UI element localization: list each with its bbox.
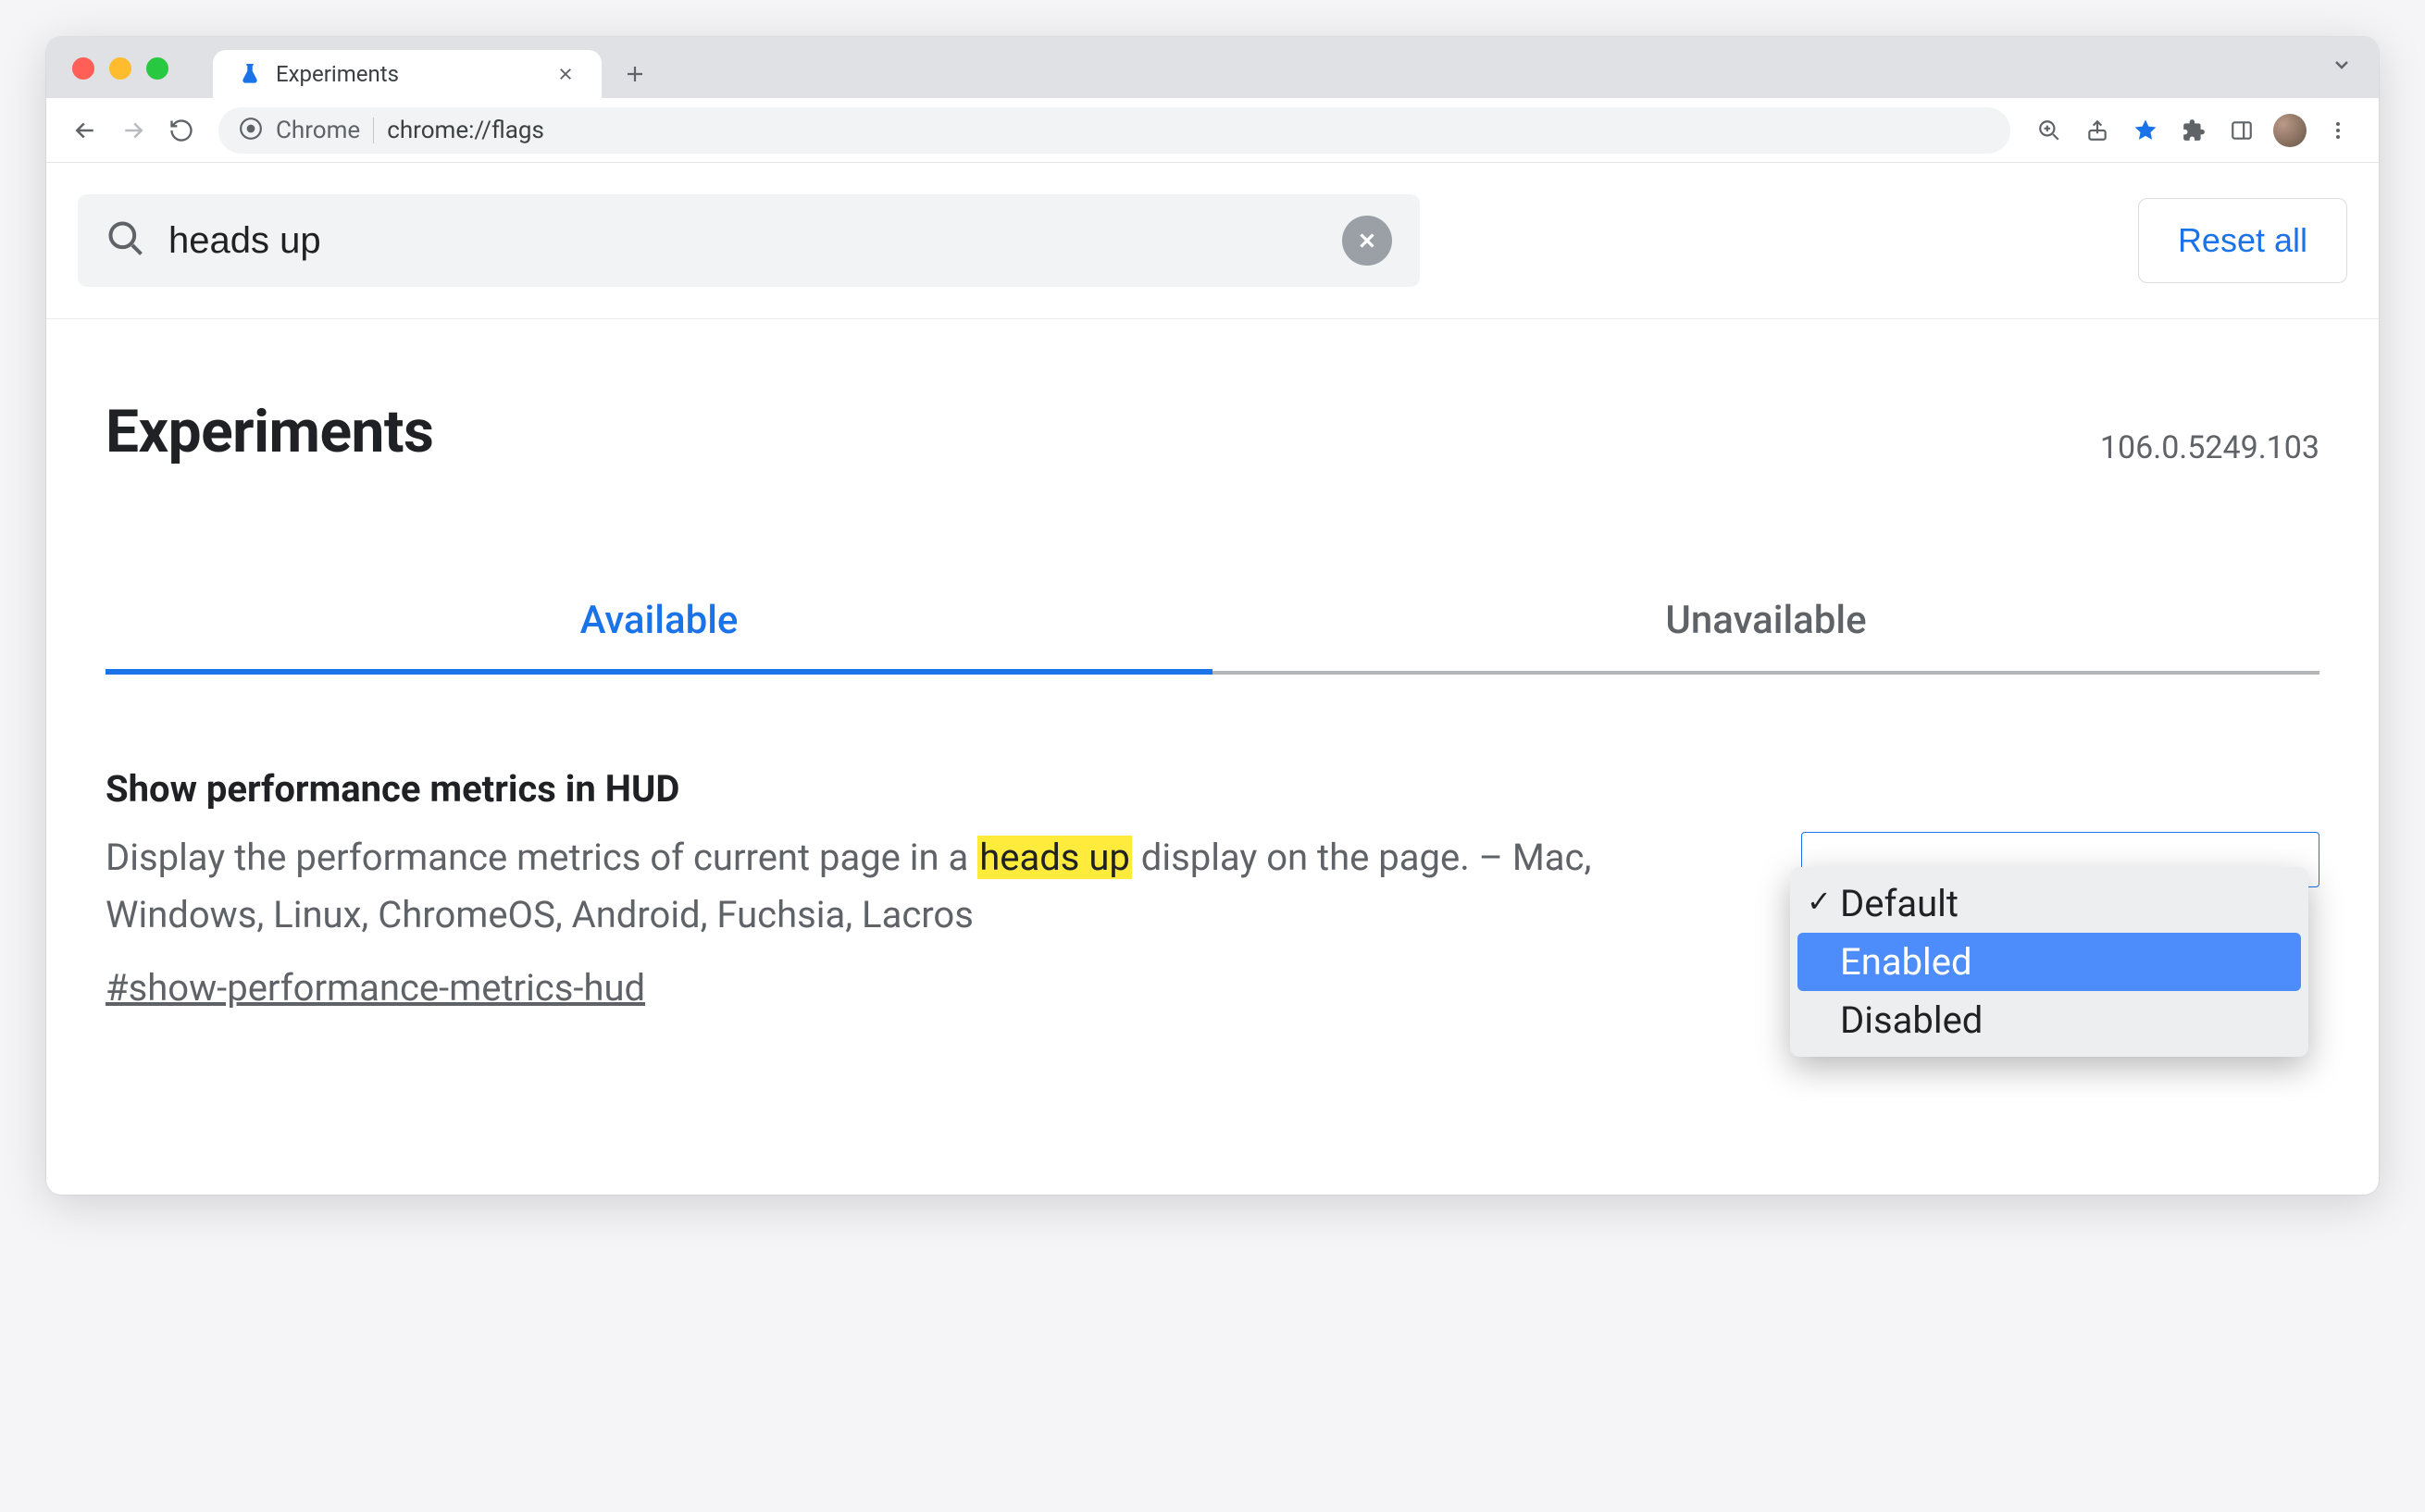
omnibox[interactable]: Chrome chrome://flags [218,107,2010,154]
reset-all-button[interactable]: Reset all [2138,198,2347,283]
page-header: Experiments 106.0.5249.103 [46,319,2379,503]
toolbar: Chrome chrome://flags [46,98,2379,163]
browser-window: Experiments Chrome chrome://fl [46,37,2379,1195]
window-minimize-button[interactable] [109,57,131,80]
traffic-lights [72,57,168,80]
share-icon[interactable] [2081,114,2114,147]
flask-icon [237,61,263,87]
window-maximize-button[interactable] [146,57,168,80]
zoom-icon[interactable] [2033,114,2066,147]
flag-anchor-link[interactable]: #show-performance-metrics-hud [106,966,645,1010]
tab-strip: Available Unavailable [106,577,2319,675]
omnibox-url: chrome://flags [387,117,544,144]
new-tab-button[interactable] [615,54,655,94]
check-icon: ✓ [1807,884,1832,919]
option-enabled[interactable]: Enabled [1797,933,2301,991]
flag-description: Display the performance metrics of curre… [106,829,1727,944]
tab-close-button[interactable] [553,62,578,86]
flag-select-dropdown: ✓ Default Enabled Disabled [1790,867,2308,1057]
tab-list-button[interactable] [2331,54,2353,80]
bookmark-star-icon[interactable] [2129,114,2162,147]
option-disabled[interactable]: Disabled [1797,991,2301,1049]
reload-button[interactable] [161,110,202,151]
search-icon [106,218,146,263]
flag-select[interactable]: ✓ Default Enabled Disabled [1801,832,2319,1010]
flag-desc-before: Display the performance metrics of curre… [106,836,977,879]
chrome-icon [239,117,263,144]
browser-tab[interactable]: Experiments [213,50,602,98]
tab-bar: Experiments [46,37,2379,98]
omnibox-separator [373,118,374,143]
profile-avatar[interactable] [2273,114,2307,147]
window-close-button[interactable] [72,57,94,80]
forward-button[interactable] [113,110,154,151]
flag-highlight: heads up [977,836,1132,879]
option-default-label: Default [1840,882,1959,925]
tab-available[interactable]: Available [106,577,1212,675]
flag-title: Show performance metrics in HUD [106,767,1727,811]
toolbar-actions [2027,114,2360,147]
page-title: Experiments [106,397,433,466]
search-input[interactable] [168,220,1320,262]
sidepanel-icon[interactable] [2225,114,2258,147]
menu-icon[interactable] [2321,114,2355,147]
option-default[interactable]: ✓ Default [1797,874,2301,933]
search-box[interactable] [78,194,1420,287]
extensions-icon[interactable] [2177,114,2210,147]
tab-unavailable[interactable]: Unavailable [1212,577,2319,675]
flag-item: Show performance metrics in HUD Display … [46,675,2379,1195]
back-button[interactable] [65,110,106,151]
tab-title: Experiments [276,61,541,87]
clear-search-button[interactable] [1342,216,1392,266]
flag-text: Show performance metrics in HUD Display … [106,767,1727,1010]
option-enabled-label: Enabled [1840,940,1972,984]
omnibox-scheme-label: Chrome [276,117,360,144]
option-disabled-label: Disabled [1840,998,1983,1042]
page-content: Reset all Experiments 106.0.5249.103 Ava… [46,163,2379,1195]
version-label: 106.0.5249.103 [2100,429,2319,466]
search-row: Reset all [46,163,2379,319]
